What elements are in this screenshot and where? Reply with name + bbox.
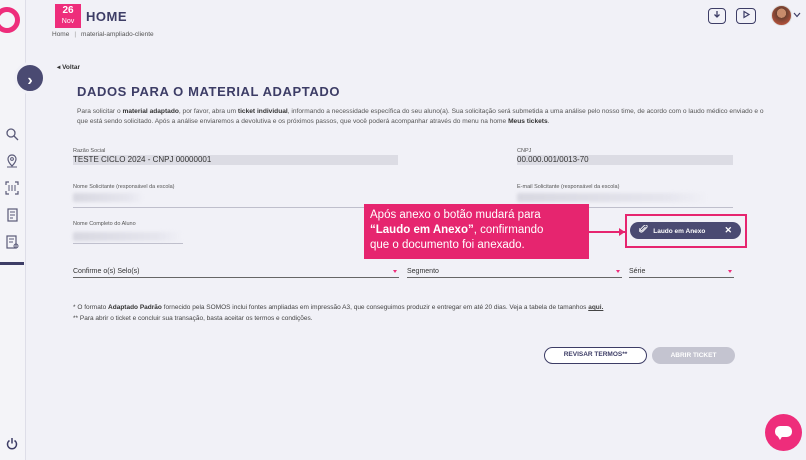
header: 26 Nov HOME Home | material-ampliado-clien… [26,0,806,38]
back-link[interactable]: ◂ Voltar [57,63,80,71]
size-table-link[interactable]: aqui. [588,304,603,311]
caret-down-icon [728,270,732,273]
laudo-chip-label: Laudo em Anexo [653,228,706,235]
solicitante-value-redacted [73,193,143,202]
aluno-field[interactable]: Nome Completo do Aluno [73,221,183,244]
avatar[interactable] [771,5,792,26]
serie-placeholder: Série [629,268,646,275]
note-format-text-2: fornecido pela SOMOS inclui fontes ampli… [161,304,589,311]
intro-text-end: . [547,118,550,125]
note-format-text-1: * O formato [73,304,109,311]
intro-bold-3[interactable]: Meus tickets [508,118,548,125]
annotation-line-3: que o documento foi anexado. [370,239,525,251]
chevron-down-icon[interactable] [793,10,801,20]
date-badge: 26 Nov [55,4,81,28]
cnpj-value: 00.000.001/0013-70 [517,155,733,165]
power-icon[interactable] [4,437,20,453]
intro-bold-1: material adaptado [122,108,179,115]
note-terms: ** Para abrir o ticket e concluir sua tr… [73,315,313,322]
search-icon[interactable] [4,127,20,143]
date-day: 26 [62,5,74,16]
back-label: Voltar [62,64,81,71]
laudo-attachment-chip[interactable]: Laudo em Anexo ✕ [630,222,741,239]
chat-bubble-tail [777,435,783,440]
expand-sidebar-button[interactable]: › [14,62,46,94]
razao-social-field: Razão Social TESTE CICLO 2024 - CNPJ 000… [73,148,398,165]
play-video-icon[interactable] [736,8,756,24]
date-month: Nov [61,18,75,25]
email-label: E-mail Solicitante (responsável da escol… [517,184,620,190]
intro-bold-2: ticket individual [237,108,288,115]
page-title: DADOS PARA O MATERIAL ADAPTADO [77,84,341,99]
caret-down-icon [616,270,620,273]
razao-social-label: Razão Social [73,148,106,154]
annotation-line-1: Após anexo o botão mudará para [370,209,541,221]
email-value-redacted [517,193,707,202]
breadcrumb-home[interactable]: Home [52,31,69,38]
segmento-placeholder: Segmento [407,268,439,275]
document-icon[interactable] [4,208,20,224]
header-title: HOME [86,9,127,24]
annotation-line-2-bold: “Laudo em Anexo” [370,224,474,236]
annotation-callout: Após anexo o botão mudará para “Laudo em… [364,204,589,259]
breadcrumb-separator: | [74,31,77,38]
close-icon[interactable]: ✕ [724,222,732,239]
note-format-bold: Adaptado Padrão [108,304,162,311]
aluno-value-redacted [73,232,181,241]
selos-select[interactable]: Confirme o(s) Selo(s) [73,266,399,278]
solicitante-label: Nome Solicitante (responsável da escola) [73,184,175,190]
cnpj-field: CNPJ 00.000.001/0013-70 [517,148,733,165]
razao-social-value: TESTE CICLO 2024 - CNPJ 00000001 [73,155,398,165]
annotation-line-2: “Laudo em Anexo”, confirmando [370,223,589,238]
aluno-label: Nome Completo do Aluno [73,221,136,227]
report-icon[interactable] [4,235,20,251]
active-indicator [0,262,24,265]
scan-icon[interactable] [4,181,20,197]
note-format: * O formato Adaptado Padrão fornecido pe… [73,304,603,311]
caret-down-icon [393,270,397,273]
review-terms-button[interactable]: REVISAR TERMOS** [544,347,647,364]
serie-select[interactable]: Série [629,266,734,278]
selos-placeholder: Confirme o(s) Selo(s) [73,268,140,275]
paperclip-icon [638,224,650,235]
open-ticket-button[interactable]: ABRIR TICKET [652,347,735,364]
download-icon[interactable] [708,8,726,24]
intro-text-1: Para solicitar o [77,108,123,115]
solicitante-field[interactable]: Nome Solicitante (responsável da escola) [73,184,398,208]
breadcrumb-current: material-ampliado-cliente [81,31,154,38]
segmento-select[interactable]: Segmento [407,266,622,278]
chat-button[interactable] [765,414,802,451]
intro-text-2: , por favor, abra um [178,108,238,115]
cnpj-label: CNPJ [517,148,532,154]
chevron-left-icon: ◂ [57,64,61,71]
intro-text: Para solicitar o material adaptado, por … [77,107,767,127]
location-pin-icon[interactable] [4,154,20,170]
breadcrumb: Home | material-ampliado-cliente [52,31,154,38]
brand-logo[interactable] [0,7,20,33]
annotation-line-2-rest: , confirmando [473,224,544,236]
